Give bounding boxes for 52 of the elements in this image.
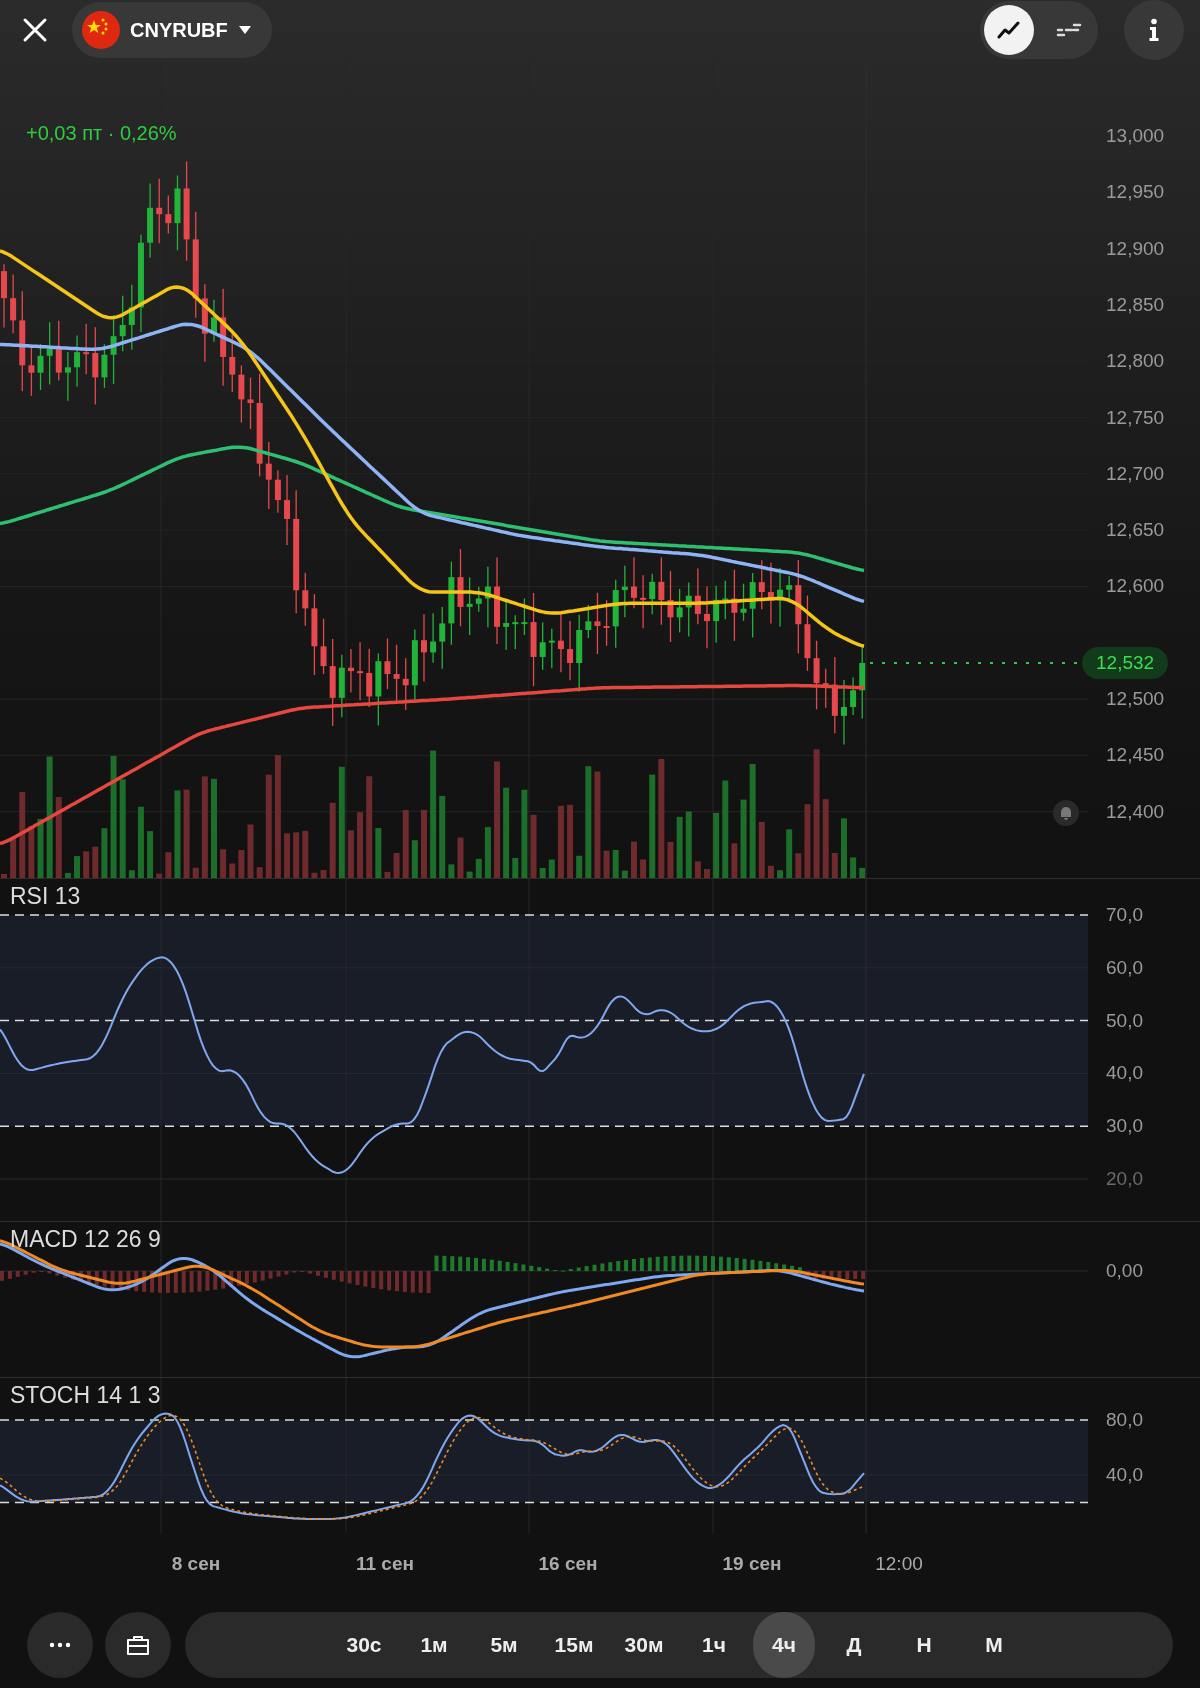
price-axis-label: 12,600 bbox=[1106, 575, 1165, 598]
timeframe-tab[interactable]: 1ч bbox=[683, 1611, 745, 1678]
bell-icon[interactable] bbox=[1053, 800, 1079, 826]
info-icon bbox=[1148, 18, 1160, 42]
date-axis-label: 12:00 bbox=[875, 1553, 923, 1575]
indicator-axis-label: 20,0 bbox=[1106, 1168, 1143, 1190]
indicator-axis-label: 0,00 bbox=[1106, 1260, 1143, 1282]
symbol-selector[interactable]: CNYRUBF bbox=[72, 2, 272, 58]
date-axis-label: 19 сен bbox=[722, 1553, 782, 1575]
date-axis-label: 16 сен bbox=[538, 1553, 598, 1575]
indicator-axis-label: 80,0 bbox=[1106, 1409, 1143, 1431]
timeframe-tab[interactable]: 30с bbox=[333, 1611, 395, 1678]
briefcase-icon bbox=[126, 1633, 150, 1656]
dashes-icon bbox=[1056, 22, 1082, 38]
current-price-badge: 12,532 bbox=[1082, 647, 1169, 679]
indicator-title: MACD 12 26 9 bbox=[10, 1226, 161, 1253]
timeframe-tab[interactable]: Н bbox=[893, 1611, 955, 1678]
price-axis-label: 12,650 bbox=[1106, 519, 1165, 542]
more-icon bbox=[49, 1641, 71, 1648]
price-axis-label: 12,900 bbox=[1106, 237, 1165, 260]
date-axis-label: 8 сен bbox=[171, 1553, 221, 1575]
timeframe-tab[interactable]: 1м bbox=[403, 1611, 465, 1678]
indicator-title: RSI 13 bbox=[10, 883, 81, 910]
close-icon bbox=[22, 17, 48, 43]
price-axis-label: 12,400 bbox=[1106, 800, 1165, 823]
price-change: +0,03 пт · 0,26% bbox=[26, 122, 177, 145]
price-axis-label: 12,450 bbox=[1106, 744, 1165, 767]
caret-icon bbox=[237, 25, 252, 35]
indicator-axis-label: 40,0 bbox=[1106, 1062, 1143, 1085]
timeframe-tab[interactable]: 30м bbox=[613, 1611, 675, 1678]
indicator-axis-label: 70,0 bbox=[1106, 904, 1143, 926]
date-axis-label: 11 сен bbox=[356, 1553, 414, 1575]
timeframe-tab[interactable]: М bbox=[963, 1611, 1025, 1678]
price-axis-label: 12,800 bbox=[1106, 350, 1165, 373]
timeframe-tab[interactable]: 5м bbox=[473, 1611, 535, 1678]
chart-mode-button[interactable] bbox=[984, 5, 1034, 55]
price-axis-label: 12,750 bbox=[1106, 406, 1165, 429]
indicator-axis-label: 40,0 bbox=[1106, 1464, 1143, 1486]
price-axis-label: 12,700 bbox=[1106, 462, 1165, 485]
line-chart-icon bbox=[997, 20, 1021, 40]
indicator-title: STOCH 14 1 3 bbox=[10, 1382, 161, 1409]
price-axis-label: 12,850 bbox=[1106, 293, 1165, 316]
indicator-axis-label: 50,0 bbox=[1106, 1009, 1143, 1032]
timeframe-tab[interactable]: 15м bbox=[543, 1611, 605, 1678]
indicator-axis-label: 30,0 bbox=[1106, 1115, 1143, 1138]
flag-icon bbox=[82, 11, 120, 49]
price-axis-label: 12,500 bbox=[1106, 688, 1165, 710]
timeframe-tab[interactable]: 4ч bbox=[753, 1611, 815, 1678]
price-axis-label: 12,950 bbox=[1106, 181, 1165, 204]
timeframe-tab[interactable]: Д bbox=[823, 1611, 885, 1678]
price-axis-label: 13,000 bbox=[1106, 125, 1165, 147]
indicator-axis-label: 60,0 bbox=[1106, 956, 1143, 979]
